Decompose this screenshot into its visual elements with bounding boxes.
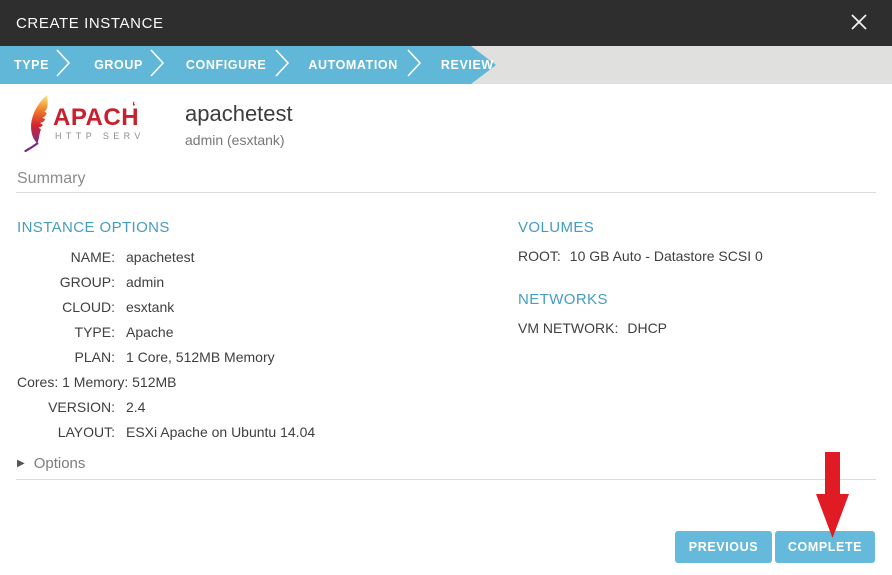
plan-detail-note: Cores: 1 Memory: 512MB [17,374,497,399]
chevron-right-icon [274,48,290,83]
previous-button[interactable]: PREVIOUS [675,531,772,563]
row-value: 10 GB Auto - Datastore SCSI 0 [570,248,763,264]
options-label: Options [34,455,86,472]
row-plan: PLAN: 1 Core, 512MB Memory [17,349,497,374]
close-icon [850,13,868,34]
row-value: Apache [126,324,173,340]
row-root-volume: ROOT: 10 GB Auto - Datastore SCSI 0 [518,248,878,264]
row-label: PLAN: [17,349,115,365]
instance-name-title: apachetest [185,101,293,127]
logo-wordmark: APACHE [53,104,140,131]
row-name: NAME: apachetest [17,249,497,274]
complete-button[interactable]: COMPLETE [775,531,875,563]
close-button[interactable] [836,0,882,46]
apache-http-server-logo: APACHE ʻ HTTP SERVER [16,94,140,157]
row-label: CLOUD: [17,299,115,315]
step-configure[interactable]: CONFIGURE [186,58,266,72]
row-value: apachetest [126,249,195,265]
footer-divider [16,479,876,480]
logo-subtext: HTTP SERVER [55,131,140,141]
feather-icon [26,95,48,151]
row-label: NAME: [17,249,115,265]
networks-heading: NETWORKS [518,291,878,308]
row-label: GROUP: [17,274,115,290]
step-type[interactable]: TYPE [14,58,49,72]
row-type: TYPE: Apache [17,324,497,349]
step-automation[interactable]: AUTOMATION [308,58,398,72]
step-review[interactable]: REVIEW [441,58,494,72]
footer-buttons: PREVIOUS COMPLETE [675,531,875,563]
row-value: 2.4 [126,399,145,415]
logo-trademark: ʻ [132,99,136,114]
row-label: VERSION: [17,399,115,415]
volumes-heading: VOLUMES [518,219,878,236]
row-value: admin [126,274,164,290]
chevron-right-icon [55,48,71,83]
caret-right-icon: ▶ [17,459,25,469]
row-value: esxtank [126,299,174,315]
row-version: VERSION: 2.4 [17,399,497,424]
row-vm-network: VM NETWORK: DHCP [518,320,878,336]
instance-options-section: INSTANCE OPTIONS NAME: apachetest GROUP:… [17,219,497,449]
volumes-networks-section: VOLUMES ROOT: 10 GB Auto - Datastore SCS… [518,219,878,336]
row-layout: LAYOUT: ESXi Apache on Ubuntu 14.04 [17,424,497,449]
instance-subtitle: admin (esxtank) [185,132,293,148]
chevron-right-icon [406,48,422,83]
row-label: TYPE: [17,324,115,340]
summary-divider [16,192,876,193]
row-label: VM NETWORK: [518,320,618,336]
row-label: LAYOUT: [17,424,115,440]
row-value: ESXi Apache on Ubuntu 14.04 [126,424,315,440]
options-toggle[interactable]: ▶ Options [17,455,85,472]
create-instance-modal: CREATE INSTANCE TYPE GROUP CONFIGURE AUT… [0,0,892,575]
row-cloud: CLOUD: esxtank [17,299,497,324]
row-value: 1 Core, 512MB Memory [126,349,275,365]
wizard-stepper: TYPE GROUP CONFIGURE AUTOMATION REVIEW [0,46,892,84]
summary-heading: Summary [17,170,85,188]
chevron-right-icon [149,48,165,83]
row-label: ROOT: [518,248,561,264]
row-group: GROUP: admin [17,274,497,299]
step-group[interactable]: GROUP [94,58,143,72]
instance-options-heading: INSTANCE OPTIONS [17,219,497,236]
row-value: DHCP [627,320,667,336]
modal-header: CREATE INSTANCE [0,0,892,46]
modal-title: CREATE INSTANCE [16,15,164,32]
